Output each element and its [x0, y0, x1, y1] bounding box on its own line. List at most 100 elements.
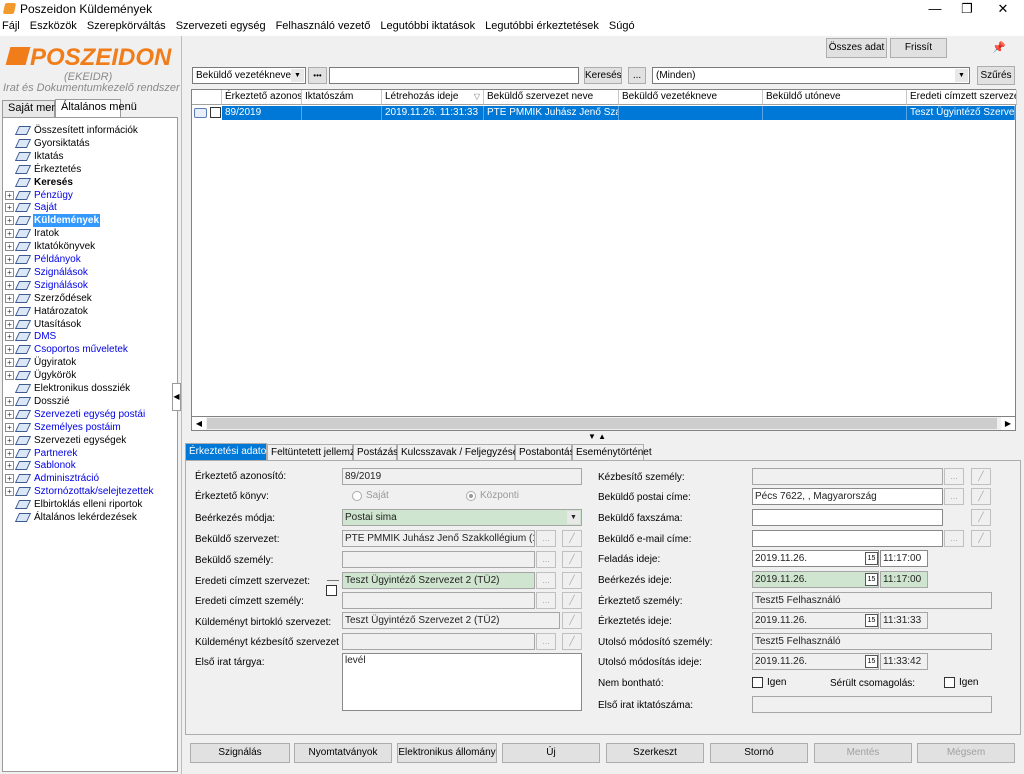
splitter-arrows-icon[interactable]: ▼ ▲: [588, 433, 620, 441]
edit-button[interactable]: Szerkeszt: [606, 743, 704, 763]
sender-org-lookup-button[interactable]: ...: [536, 530, 556, 547]
tree-item[interactable]: Általános lekérdezések: [3, 511, 177, 524]
close-button[interactable]: ✕: [986, 0, 1020, 18]
expand-icon[interactable]: +: [5, 474, 14, 484]
tree-item[interactable]: + DMS: [3, 330, 177, 343]
scroll-thumb[interactable]: [207, 418, 997, 429]
expand-icon[interactable]: +: [5, 345, 14, 355]
more-options-button[interactable]: •••: [308, 67, 327, 84]
storno-button[interactable]: Stornó: [710, 743, 808, 763]
tree-item[interactable]: + Partnerek: [3, 447, 177, 460]
deliverer-org-clear-icon[interactable]: ╱: [562, 633, 582, 650]
tree-item[interactable]: + Szerződések: [3, 292, 177, 305]
sender-fax-clear-icon[interactable]: ╱: [971, 509, 991, 526]
calendar-icon[interactable]: 15: [865, 552, 878, 565]
table-cell-sender-firstname[interactable]: [763, 106, 907, 120]
tree-item[interactable]: + Sablonok: [3, 459, 177, 472]
orig-recipient-checkbox[interactable]: [326, 585, 337, 596]
expand-icon[interactable]: +: [5, 229, 14, 239]
all-data-button[interactable]: Összes adat: [826, 38, 887, 58]
sender-person-lookup-button[interactable]: ...: [536, 551, 556, 568]
sender-org-clear-icon[interactable]: ╱: [562, 530, 582, 547]
expand-icon[interactable]: +: [5, 319, 14, 329]
horizontal-scrollbar[interactable]: ◀ ▶: [191, 416, 1016, 431]
grid-header-sender-firstname[interactable]: Beküldő utóneve: [763, 90, 907, 105]
table-cell-arrival-id[interactable]: 89/2019: [222, 106, 302, 120]
expand-icon[interactable]: +: [5, 371, 14, 381]
tree-item[interactable]: Keresés: [3, 176, 177, 189]
tree-item[interactable]: + Szervezeti egység postái: [3, 408, 177, 421]
menu-recent-arrivals[interactable]: Legutóbbi érkeztetések: [480, 18, 604, 35]
sender-email-field[interactable]: [752, 530, 943, 547]
cancel-button[interactable]: Mégsem: [917, 743, 1015, 763]
menu-user-leader[interactable]: Felhasználó vezető: [271, 18, 376, 35]
menu-recent-filings[interactable]: Legutóbbi iktatások: [375, 18, 480, 35]
holder-org-clear-icon[interactable]: ╱: [562, 612, 582, 629]
tab-arrival-data[interactable]: Érkeztetési adatok: [185, 443, 271, 460]
table-cell-filing-no[interactable]: [302, 106, 382, 120]
grid-header-filing-no[interactable]: Iktatószám: [302, 90, 382, 105]
tab-mailing[interactable]: Postázás: [353, 444, 398, 460]
sender-email-clear-icon[interactable]: ╱: [971, 530, 991, 547]
first-subject-textarea[interactable]: levél: [342, 653, 582, 711]
tree-item[interactable]: + Ügyiratok: [3, 356, 177, 369]
expand-icon[interactable]: +: [5, 448, 14, 458]
tree-item[interactable]: + Iratok: [3, 227, 177, 240]
save-button[interactable]: Mentés: [814, 743, 912, 763]
tree-item[interactable]: + Határozatok: [3, 305, 177, 318]
expand-icon[interactable]: +: [5, 203, 14, 213]
orig-recipient-org-clear-icon[interactable]: ╱: [562, 572, 582, 589]
tree-item[interactable]: + Sztornózottak/selejtezettek: [3, 485, 177, 498]
menu-file[interactable]: Fájl: [0, 18, 25, 35]
damaged-checkbox[interactable]: [944, 677, 955, 688]
tab-own-menu[interactable]: Saját menü: [2, 100, 64, 117]
calendar-icon[interactable]: 15: [865, 573, 878, 586]
arrival-method-select[interactable]: Postai sima ▼: [342, 509, 582, 526]
forms-button[interactable]: Nyomtatványok: [294, 743, 392, 763]
maximize-button[interactable]: ❐: [950, 0, 984, 18]
refresh-button[interactable]: Frissít: [890, 38, 947, 58]
tree-item[interactable]: + Példányok: [3, 253, 177, 266]
deliverer-org-lookup-button[interactable]: ...: [536, 633, 556, 650]
expand-icon[interactable]: +: [5, 435, 14, 445]
tree-item[interactable]: + Ügykörök: [3, 369, 177, 382]
expand-icon[interactable]: +: [5, 293, 14, 303]
minimize-button[interactable]: —: [918, 0, 952, 18]
pin-icon[interactable]: 📌: [992, 41, 1006, 54]
tab-marked-features[interactable]: Feltüntetett jellemzők: [267, 444, 366, 460]
tree-item[interactable]: + Pénzügy: [3, 189, 177, 202]
expand-icon[interactable]: +: [5, 461, 14, 471]
filter-button[interactable]: Szűrés: [977, 66, 1015, 85]
table-cell-sender-org[interactable]: PTE PMMIK Juhász Jenő Szakkol: [484, 106, 619, 120]
expand-icon[interactable]: +: [5, 267, 14, 277]
tree-item[interactable]: Összesített információk: [3, 124, 177, 137]
tree-item[interactable]: + Utasítások: [3, 318, 177, 331]
scroll-right-icon[interactable]: ▶: [1001, 417, 1015, 430]
tree-item[interactable]: + Csoportos műveletek: [3, 343, 177, 356]
tab-event-history[interactable]: Eseménytörténet: [572, 444, 652, 460]
collapse-panel-button[interactable]: ◀: [172, 383, 181, 411]
posted-date-field[interactable]: 2019.11.26.: [752, 550, 879, 567]
tree-item[interactable]: + Szervezeti egységek: [3, 434, 177, 447]
row-checkbox[interactable]: [210, 107, 221, 118]
sender-fax-field[interactable]: [752, 509, 943, 526]
sender-email-lookup-button[interactable]: ...: [944, 530, 964, 547]
expand-icon[interactable]: +: [5, 409, 14, 419]
tree-item[interactable]: + Iktatókönyvek: [3, 240, 177, 253]
search-button[interactable]: Keresés: [584, 67, 622, 84]
electronic-file-button[interactable]: Elektronikus állomány: [397, 743, 497, 763]
table-cell-orig-recipient-org[interactable]: Teszt Ügyintéző Szervezet 2: [907, 106, 1015, 120]
grid-header-orig-recipient-org[interactable]: Eredeti címzett szervezet ne: [907, 90, 1017, 105]
tree-item[interactable]: + Szignálások: [3, 266, 177, 279]
sender-postal-clear-icon[interactable]: ╱: [971, 488, 991, 505]
menu-tools[interactable]: Eszközök: [25, 18, 82, 35]
table-cell-sender-lastname[interactable]: [619, 106, 763, 120]
received-date-field[interactable]: 2019.11.26.: [752, 571, 879, 588]
orig-recipient-org-lookup-button[interactable]: ...: [536, 572, 556, 589]
tree-item[interactable]: + Saját: [3, 201, 177, 214]
expand-icon[interactable]: +: [5, 396, 14, 406]
tab-general-menu[interactable]: Általános menü: [55, 99, 137, 117]
new-button[interactable]: Új: [502, 743, 600, 763]
expand-icon[interactable]: +: [5, 216, 14, 226]
tree-item[interactable]: Elbirtoklás elleni riportok: [3, 498, 177, 511]
